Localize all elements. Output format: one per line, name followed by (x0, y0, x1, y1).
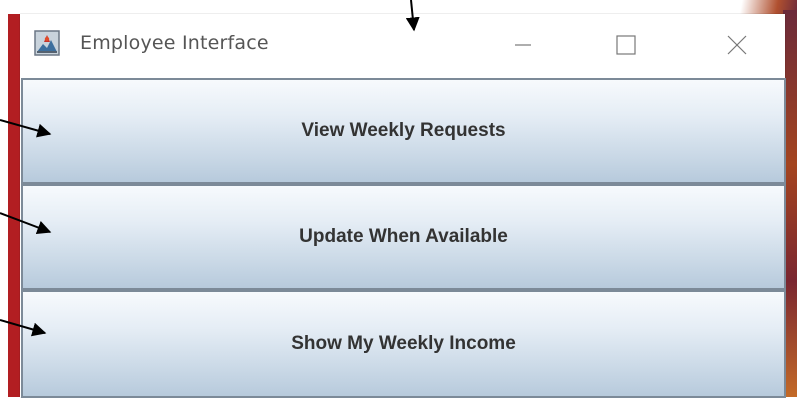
view-weekly-requests-label: View Weekly Requests (301, 120, 506, 141)
close-icon (727, 35, 747, 55)
update-when-available-button[interactable]: Update When Available (21, 184, 786, 290)
java-app-icon (34, 30, 60, 56)
minimize-icon (515, 44, 531, 46)
title-bar[interactable]: Employee Interface (20, 14, 785, 76)
show-my-weekly-income-label: Show My Weekly Income (291, 333, 516, 354)
update-when-available-label: Update When Available (299, 226, 508, 247)
window-title: Employee Interface (80, 32, 269, 54)
maximize-icon (616, 35, 636, 55)
minimize-button[interactable] (493, 24, 553, 66)
view-weekly-requests-button[interactable]: View Weekly Requests (21, 78, 786, 184)
maximize-button[interactable] (596, 24, 656, 66)
employee-interface-window: Employee Interface View Weekly Requests … (20, 14, 786, 398)
show-my-weekly-income-button[interactable]: Show My Weekly Income (21, 290, 786, 398)
close-button[interactable] (707, 24, 767, 66)
